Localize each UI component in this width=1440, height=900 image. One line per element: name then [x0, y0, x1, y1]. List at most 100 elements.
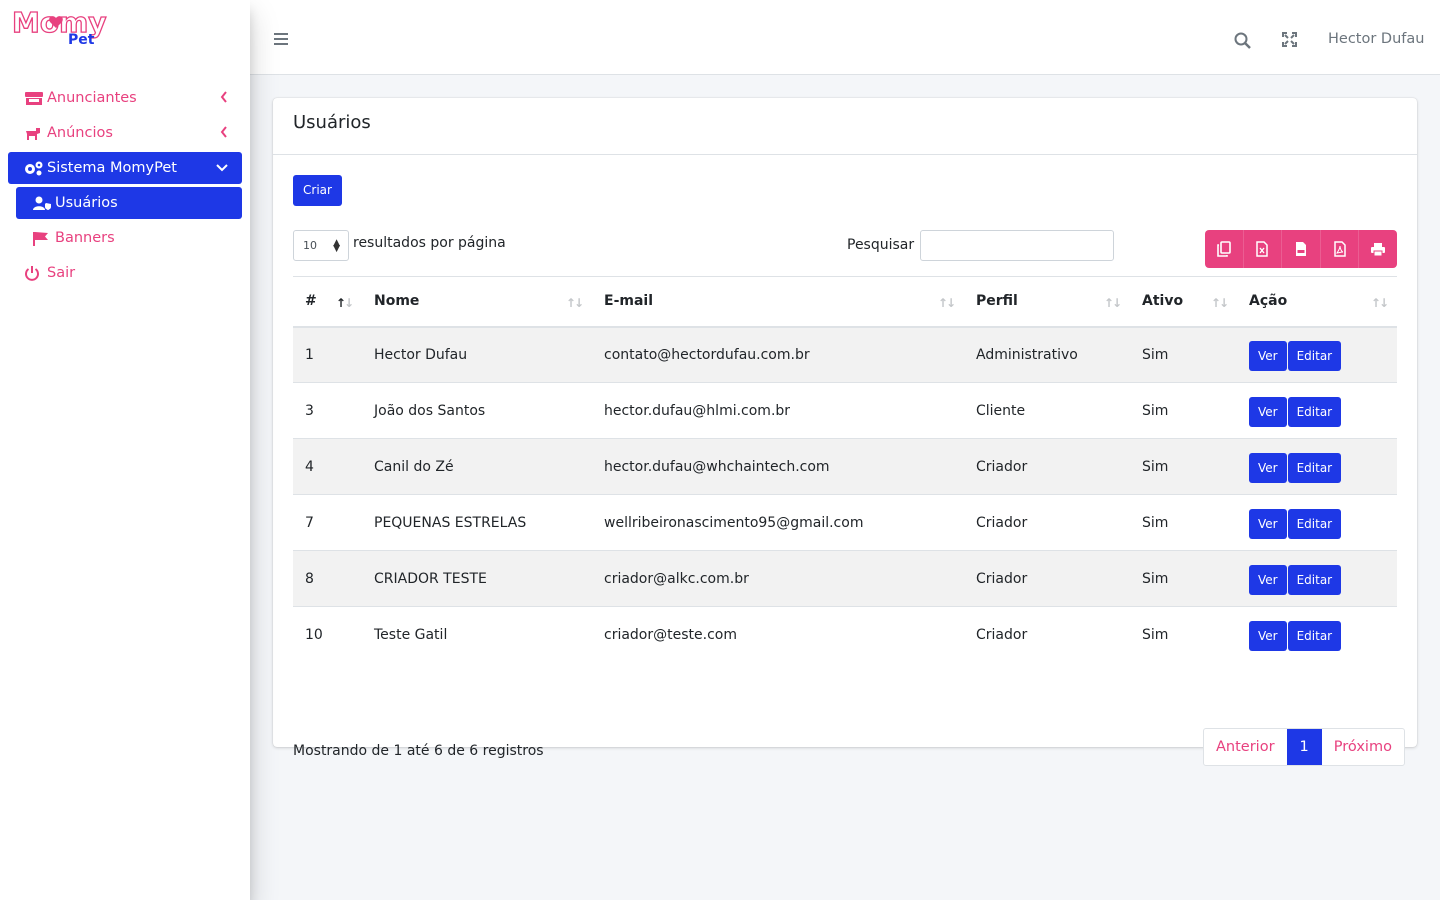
sidebar-item-label: Usuários [55, 195, 118, 211]
cell-actions: Ver Editar [1237, 438, 1397, 495]
edit-button[interactable]: Editar [1287, 508, 1342, 539]
top-navbar: Hector Dufau [250, 0, 1440, 75]
sidebar-item-anunciantes[interactable]: Anunciantes [8, 82, 242, 114]
user-shield-icon [32, 195, 54, 211]
user-menu[interactable]: Hector Dufau [1328, 31, 1424, 47]
cell-actions: Ver Editar [1237, 326, 1397, 383]
table-info: Mostrando de 1 até 6 de 6 registros [293, 743, 544, 759]
cell-active: Sim [1130, 382, 1237, 439]
cell-email: criador@alkc.com.br [592, 550, 964, 607]
cell-email: contato@hectordufau.com.br [592, 326, 964, 383]
cell-id: 8 [293, 550, 362, 607]
sort-icon: ↑↓ [1370, 296, 1389, 310]
column-header-label: # [305, 293, 317, 310]
sidebar-item-anuncios[interactable]: Anúncios [8, 117, 242, 149]
cell-actions: Ver Editar [1237, 606, 1397, 663]
column-header-name[interactable]: Nome ↑↓ [362, 276, 592, 328]
page-length-select[interactable]: 10 ▲ ▼ [293, 230, 349, 261]
column-header-email[interactable]: E-mail ↑↓ [592, 276, 964, 328]
view-button[interactable]: Ver [1249, 508, 1287, 539]
table-row: 1 Hector Dufau contato@hectordufau.com.b… [293, 326, 1397, 383]
copy-button[interactable] [1205, 230, 1244, 268]
card-header: Usuários [273, 98, 1417, 155]
sidebar: Momy Pet Anunciantes Anúncios Sistema Mo… [0, 0, 250, 900]
cell-profile: Administrativo [964, 326, 1130, 383]
view-button[interactable]: Ver [1249, 340, 1287, 371]
chevron-left-icon [220, 91, 227, 103]
sort-icon: ↑↓ [1210, 296, 1229, 310]
page-length-value: 10 [303, 239, 317, 252]
momypet-logo[interactable]: Momy Pet [10, 4, 122, 50]
sidebar-item-usuarios[interactable]: Usuários [16, 187, 242, 219]
view-button[interactable]: Ver [1249, 620, 1287, 651]
view-button[interactable]: Ver [1249, 452, 1287, 483]
sidebar-item-sistema-momypet[interactable]: Sistema MomyPet [8, 152, 242, 184]
edit-button[interactable]: Editar [1287, 564, 1342, 595]
table-row: 8 CRIADOR TESTE criador@alkc.com.br Cria… [293, 550, 1397, 607]
cell-email: hector.dufau@whchaintech.com [592, 438, 964, 495]
table-row: 10 Teste Gatil criador@teste.com Criador… [293, 606, 1397, 663]
flag-icon [32, 230, 54, 246]
cell-id: 10 [293, 606, 362, 663]
cell-actions: Ver Editar [1237, 494, 1397, 551]
cell-email: wellribeironascimento95@gmail.com [592, 494, 964, 551]
copy-icon [1216, 241, 1231, 257]
table-row: 4 Canil do Zé hector.dufau@whchaintech.c… [293, 438, 1397, 495]
sidebar-item-label: Sair [47, 265, 76, 281]
file-excel-icon [1256, 241, 1269, 257]
cell-name: João dos Santos [362, 382, 592, 439]
cell-profile: Cliente [964, 382, 1130, 439]
cell-active: Sim [1130, 550, 1237, 607]
table-header-row: # ↑↓ Nome ↑↓ E-mail ↑↓ Perfil ↑↓ Ativo ↑↓ Açã… [293, 276, 1397, 328]
page-button-current[interactable]: 1 [1286, 729, 1322, 765]
view-button[interactable]: Ver [1249, 396, 1287, 427]
cell-id: 7 [293, 494, 362, 551]
chevron-down-icon [216, 164, 228, 172]
dog-icon [24, 125, 46, 141]
column-header-profile[interactable]: Perfil ↑↓ [964, 276, 1130, 328]
column-header-action[interactable]: Ação ↑↓ [1237, 276, 1397, 328]
cell-name: Hector Dufau [362, 326, 592, 383]
chevron-left-icon [220, 126, 227, 138]
search-label: Pesquisar [847, 237, 915, 253]
search-icon[interactable] [1234, 32, 1251, 49]
table-row: 3 João dos Santos hector.dufau@hlmi.com.… [293, 382, 1397, 439]
edit-button[interactable]: Editar [1287, 452, 1342, 483]
csv-button[interactable] [1282, 230, 1321, 268]
store-icon [24, 90, 46, 106]
excel-button[interactable] [1244, 230, 1283, 268]
create-button[interactable]: Criar [293, 175, 342, 206]
next-page-button[interactable]: Próximo [1322, 729, 1404, 765]
column-header-label: Perfil [976, 293, 1018, 310]
sidebar-item-label: Sistema MomyPet [47, 160, 177, 176]
fullscreen-icon[interactable] [1282, 32, 1297, 47]
prev-page-button[interactable]: Anterior [1204, 729, 1287, 765]
sidebar-item-label: Banners [55, 230, 115, 246]
pdf-button[interactable] [1321, 230, 1360, 268]
cell-id: 3 [293, 382, 362, 439]
cell-active: Sim [1130, 438, 1237, 495]
sidebar-item-label: Anúncios [47, 125, 113, 141]
cell-active: Sim [1130, 494, 1237, 551]
edit-button[interactable]: Editar [1287, 620, 1342, 651]
users-card: Usuários Criar 10 ▲ ▼ resultados por pági… [273, 98, 1417, 766]
hamburger-menu-icon[interactable] [274, 33, 288, 47]
page-title: Usuários [293, 112, 371, 133]
edit-button[interactable]: Editar [1287, 396, 1342, 427]
cell-profile: Criador [964, 550, 1130, 607]
sidebar-item-banners[interactable]: Banners [16, 222, 242, 254]
view-button[interactable]: Ver [1249, 564, 1287, 595]
cell-actions: Ver Editar [1237, 382, 1397, 439]
edit-button[interactable]: Editar [1287, 340, 1342, 371]
search-input[interactable] [920, 230, 1114, 261]
cell-profile: Criador [964, 438, 1130, 495]
cell-id: 1 [293, 326, 362, 383]
cell-active: Sim [1130, 606, 1237, 663]
column-header-id[interactable]: # ↑↓ [293, 276, 362, 328]
sort-caret-icon: ▲ ▼ [333, 238, 340, 254]
sidebar-item-sair[interactable]: Sair [8, 257, 242, 289]
svg-text:Pet: Pet [68, 32, 95, 48]
print-button[interactable] [1359, 230, 1397, 268]
column-header-active[interactable]: Ativo ↑↓ [1130, 276, 1237, 328]
cell-name: Canil do Zé [362, 438, 592, 495]
